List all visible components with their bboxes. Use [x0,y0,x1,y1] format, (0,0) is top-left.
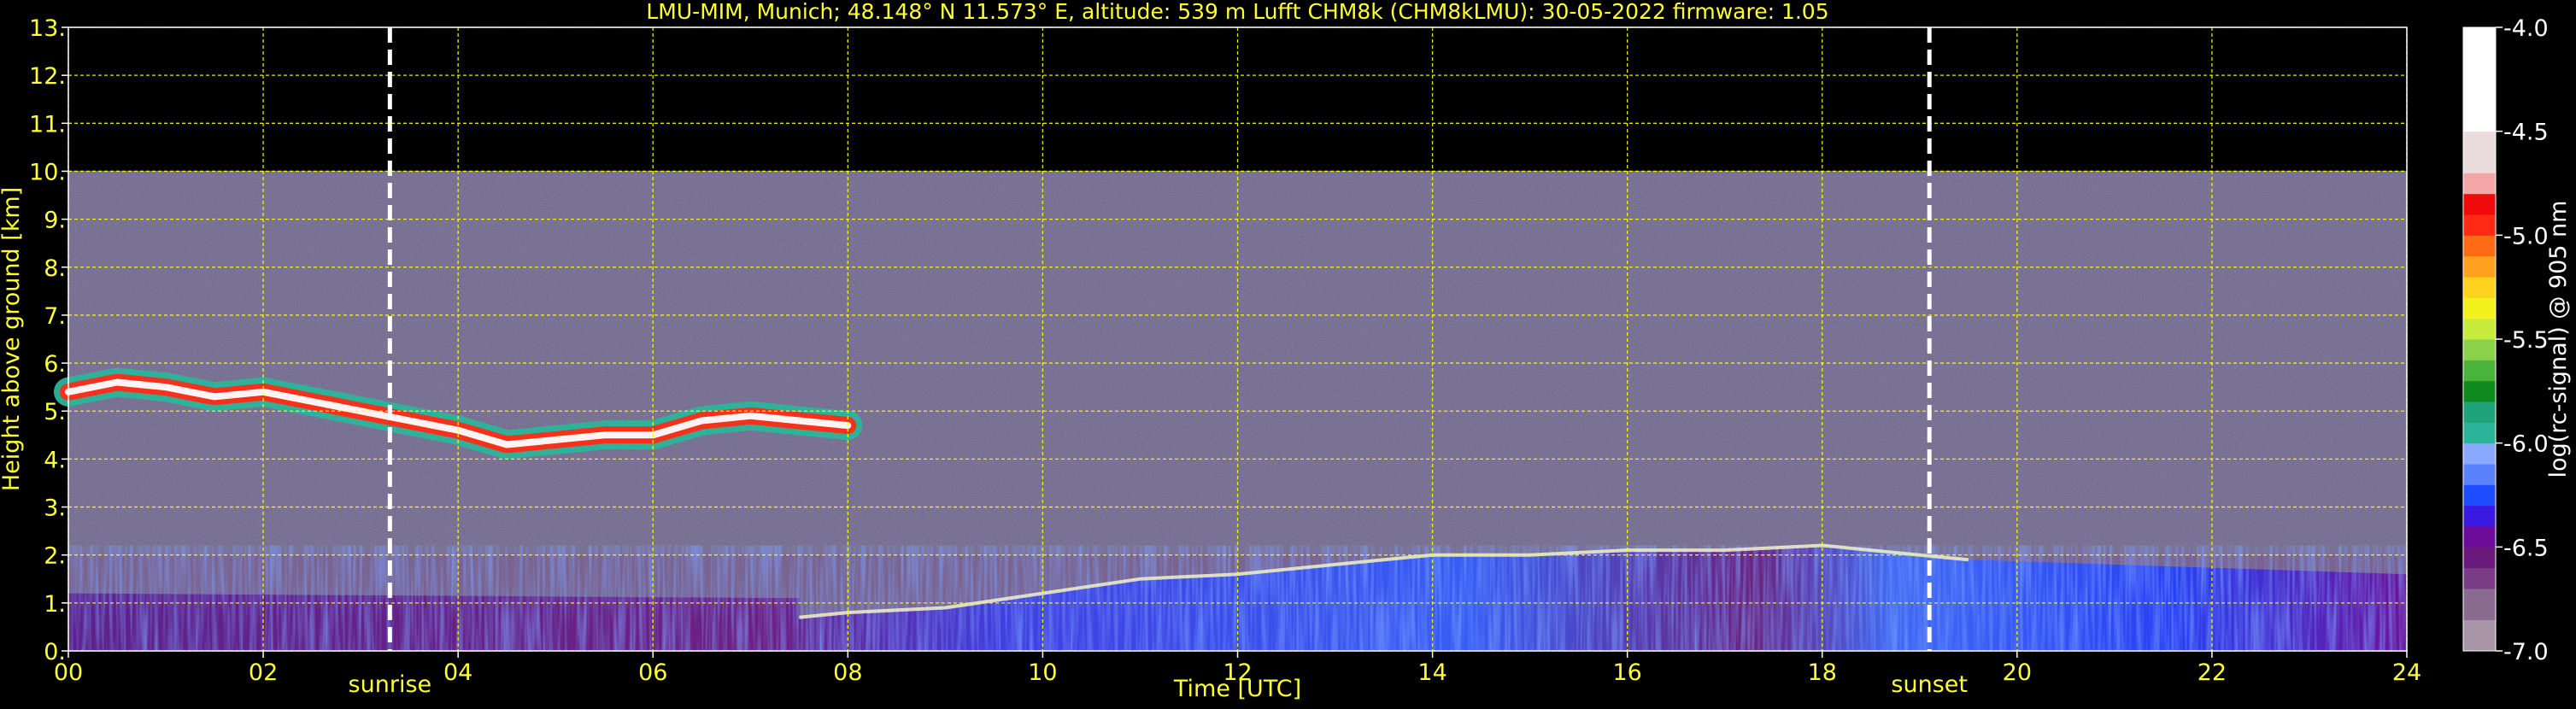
y-tick-label: 6. [44,351,66,378]
y-tick-label: 11. [29,111,66,138]
colorbar-level [2463,401,2496,423]
y-tick-label: 12. [29,63,66,90]
colorbar-level [2463,619,2496,652]
colorbar-level [2463,339,2496,360]
colorbar-level [2463,131,2496,173]
y-tick-label: 3. [44,495,66,522]
colorbar-level [2463,318,2496,340]
colorbar-level [2463,193,2496,215]
colorbar-level [2463,27,2496,132]
sunrise-label: sunrise [349,671,432,698]
plot-area: sunrise sunset00 02 04 06 08 10 12 14 16 18 20 22 240… [29,15,2421,698]
colorbar-tick-label: -6.0 [2503,431,2549,458]
y-tick-label: 2. [44,543,66,570]
colorbar: -4.0 -4.5 -5.0 -5.5 -6.0 -6.5 -7.0 [2462,15,2549,665]
colorbar-tick-label: -5.0 [2503,223,2549,249]
ceilometer-chart: sunrise sunset00 02 04 06 08 10 12 14 16 18 20 22 240… [0,0,2572,702]
x-tick-label: 22 [2198,659,2227,686]
chart-title: LMU-MIM, Munich; 48.148° N 11.573° E, al… [646,0,1828,24]
colorbar-level [2463,380,2496,402]
x-axis-label: Time [UTC] [1173,676,1301,702]
y-tick-label: 7. [44,303,66,330]
colorbar-level [2463,442,2496,465]
y-tick-label: 13. [29,15,66,42]
y-tick-label: 9. [44,208,66,234]
y-tick-label: 1. [44,591,66,618]
y-tick-label: 4. [44,447,66,473]
x-tick-label: 10 [1028,659,1057,686]
y-axis-label: Height above ground [km] [0,187,25,491]
x-tick-label: 14 [1417,659,1446,686]
colorbar-tick-label: -5.5 [2503,327,2549,354]
colorbar-level [2463,277,2496,298]
colorbar-level [2463,505,2496,527]
colorbar-tick-label: -7.0 [2503,639,2549,665]
colorbar-tick-label: -4.0 [2503,15,2549,42]
colorbar-tick-label: -4.5 [2503,120,2549,146]
y-tick-label: 10. [29,159,66,185]
colorbar-label: log(rc-signal) @ 905 nm [2545,201,2572,478]
colorbar-tick-label: -6.5 [2503,535,2549,561]
x-tick-label: 08 [833,659,862,686]
sunset-label: sunset [1891,671,1968,698]
colorbar-level [2463,360,2496,382]
colorbar-level [2463,589,2496,620]
colorbar-level [2463,214,2496,236]
colorbar-level [2463,464,2496,485]
colorbar-level [2463,422,2496,444]
y-tick-label: 5. [44,399,66,425]
colorbar-level [2463,526,2496,548]
x-tick-label: 16 [1612,659,1641,686]
y-tick-label: 0. [44,639,66,665]
colorbar-level [2463,297,2496,319]
colorbar-level [2463,484,2496,507]
colorbar-level [2463,235,2496,257]
x-tick-label: 18 [1808,659,1837,686]
colorbar-level [2463,547,2496,569]
colorbar-level [2463,173,2496,195]
y-tick-label: 8. [44,255,66,282]
x-tick-label: 02 [249,659,278,686]
x-tick-label: 24 [2392,659,2421,686]
x-tick-label: 04 [443,659,472,686]
ceilometer-figure: sunrise sunset 00 02 04 06 08 10 12 14 16 18 20 22 24 0… [0,0,2576,706]
colorbar-level [2463,567,2496,589]
x-tick-label: 06 [638,659,667,686]
x-tick-label: 20 [2003,659,2032,686]
colorbar-level [2463,255,2496,278]
